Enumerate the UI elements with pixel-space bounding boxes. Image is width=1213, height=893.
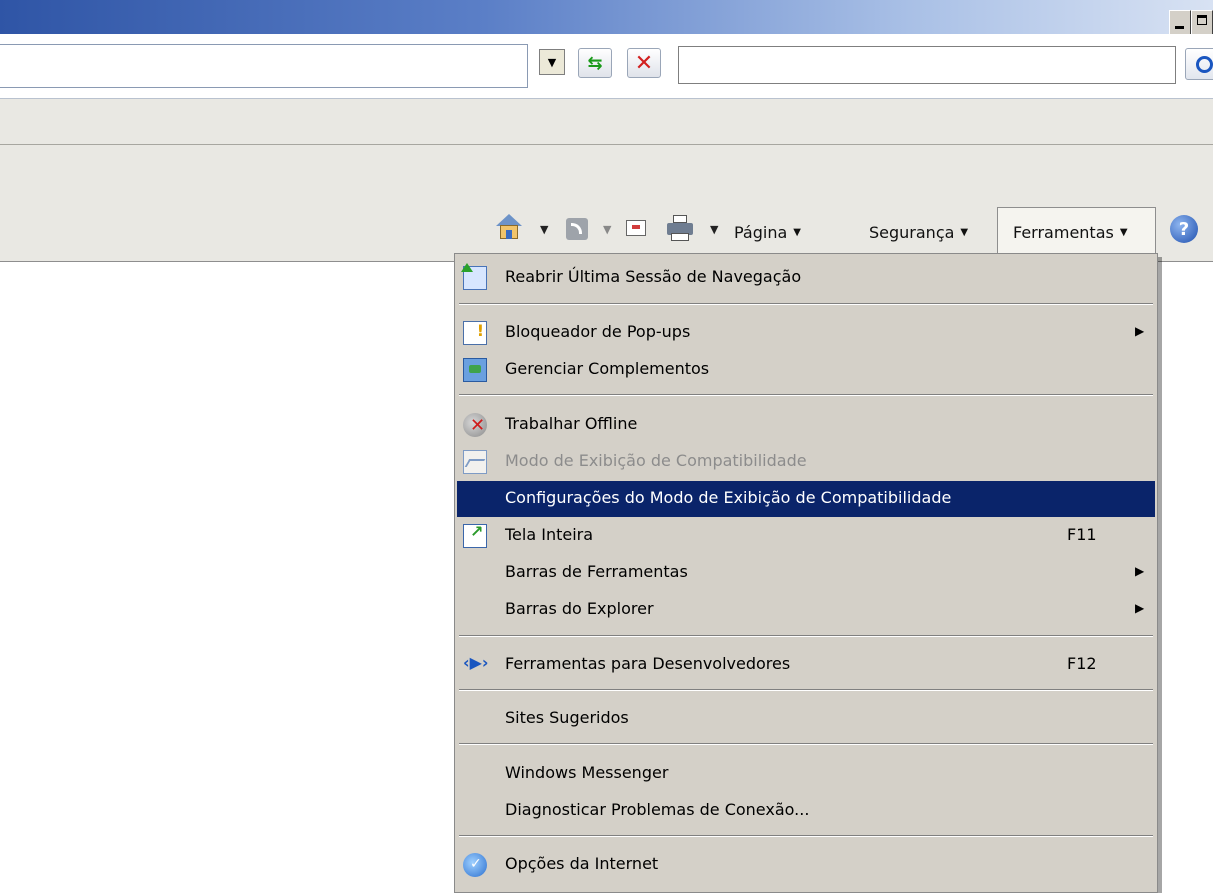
- submenu-arrow-icon: ▶: [1135, 601, 1145, 615]
- refresh-button[interactable]: ⇆: [578, 48, 612, 78]
- chevron-down-icon: ▼: [547, 55, 557, 69]
- print-icon[interactable]: [667, 215, 693, 241]
- home-dropdown-icon[interactable]: ▼: [540, 223, 548, 236]
- menu-item-compatibility-view: Modo de Exibição de Compatibilidade: [457, 444, 1155, 480]
- menu-item-explorer-bars[interactable]: Barras do Explorer ▶: [457, 592, 1155, 628]
- search-icon: [1196, 56, 1213, 73]
- page-menu-button[interactable]: Página ▼: [734, 218, 801, 246]
- search-button[interactable]: [1185, 48, 1213, 80]
- security-menu-button[interactable]: Segurança ▼: [869, 218, 968, 246]
- chevron-down-icon: ▼: [793, 226, 801, 238]
- menu-item-label: Gerenciar Complementos: [505, 359, 710, 378]
- menu-item-compatibility-settings[interactable]: Configurações do Modo de Exibição de Com…: [457, 481, 1155, 517]
- stop-button[interactable]: ✕: [627, 48, 661, 78]
- mail-icon[interactable]: [626, 220, 646, 236]
- menu-item-suggested-sites[interactable]: Sites Sugeridos: [457, 701, 1155, 737]
- favorites-bar: [0, 99, 1213, 145]
- tools-menu: Reabrir Última Sessão de Navegação Bloqu…: [454, 253, 1158, 893]
- menu-item-manage-addons[interactable]: Gerenciar Complementos: [457, 352, 1155, 388]
- menu-separator: [459, 835, 1153, 837]
- home-icon[interactable]: [494, 212, 524, 242]
- menu-item-reopen-session[interactable]: Reabrir Última Sessão de Navegação: [457, 260, 1155, 296]
- submenu-arrow-icon: ▶: [1135, 324, 1145, 338]
- menu-item-work-offline[interactable]: Trabalhar Offline: [457, 407, 1155, 443]
- menu-item-label: Sites Sugeridos: [505, 708, 629, 727]
- reopen-session-icon: [461, 263, 487, 290]
- title-bar: [0, 0, 1213, 34]
- menu-item-shortcut: F11: [1067, 525, 1097, 544]
- submenu-arrow-icon: ▶: [1135, 564, 1145, 578]
- feeds-icon[interactable]: [566, 218, 588, 240]
- menu-item-popup-blocker[interactable]: Bloqueador de Pop-ups ▶: [457, 315, 1155, 351]
- print-dropdown-icon[interactable]: ▼: [710, 223, 718, 236]
- menu-item-label: Diagnosticar Problemas de Conexão...: [505, 800, 810, 819]
- minimize-button[interactable]: [1169, 10, 1191, 34]
- menu-separator: [459, 635, 1153, 637]
- chevron-down-icon: ▼: [960, 226, 969, 238]
- menu-separator: [459, 743, 1153, 745]
- compatibility-view-icon: [463, 450, 487, 474]
- menu-item-label: Reabrir Última Sessão de Navegação: [505, 267, 802, 286]
- menu-item-fullscreen[interactable]: Tela Inteira F11: [457, 518, 1155, 554]
- menu-item-label: Bloqueador de Pop-ups: [505, 322, 691, 341]
- menu-item-label: Ferramentas para Desenvolvedores: [505, 654, 791, 673]
- stop-icon: ✕: [634, 50, 654, 76]
- menu-item-label: Barras do Explorer: [505, 599, 654, 618]
- internet-options-icon: [463, 853, 487, 877]
- popup-blocker-icon: [463, 321, 487, 345]
- work-offline-icon: [463, 413, 487, 437]
- menu-item-label: Opções da Internet: [505, 854, 659, 873]
- address-bar: ▼ ⇆ ✕: [0, 34, 1213, 99]
- security-menu-label: Segurança: [869, 222, 955, 242]
- address-dropdown-button[interactable]: ▼: [539, 49, 565, 75]
- search-input[interactable]: [678, 46, 1176, 84]
- menu-item-label: Configurações do Modo de Exibição de Com…: [505, 488, 952, 507]
- fullscreen-icon: [463, 522, 487, 548]
- menu-item-windows-messenger[interactable]: Windows Messenger: [457, 756, 1155, 792]
- page-menu-label: Página: [734, 222, 788, 242]
- address-input[interactable]: [0, 44, 528, 88]
- menu-item-label: Barras de Ferramentas: [505, 562, 688, 581]
- menu-item-diagnose-connection[interactable]: Diagnosticar Problemas de Conexão...: [457, 793, 1155, 829]
- tools-menu-button[interactable]: Ferramentas ▼: [1013, 218, 1128, 246]
- tools-menu-label: Ferramentas: [1013, 222, 1114, 242]
- menu-item-label: Tela Inteira: [505, 525, 594, 544]
- developer-tools-icon: ‹▶›: [463, 653, 489, 672]
- menu-item-label: Trabalhar Offline: [505, 414, 638, 433]
- menu-separator: [459, 689, 1153, 691]
- window-controls: [1169, 10, 1213, 34]
- manage-addons-icon: [463, 358, 487, 382]
- refresh-icon: ⇆: [587, 52, 603, 74]
- help-icon[interactable]: ?: [1170, 215, 1198, 243]
- chevron-down-icon: ▼: [1119, 226, 1128, 238]
- menu-item-developer-tools[interactable]: ‹▶› Ferramentas para Desenvolvedores F12: [457, 647, 1155, 683]
- menu-item-shortcut: F12: [1067, 654, 1097, 673]
- feeds-dropdown-icon[interactable]: ▼: [603, 223, 611, 236]
- menu-item-label: Windows Messenger: [505, 763, 669, 782]
- menu-item-toolbars[interactable]: Barras de Ferramentas ▶: [457, 555, 1155, 591]
- menu-separator: [459, 394, 1153, 396]
- maximize-button[interactable]: [1191, 10, 1213, 34]
- menu-separator: [459, 303, 1153, 305]
- menu-item-label: Modo de Exibição de Compatibilidade: [505, 451, 807, 470]
- menu-item-internet-options[interactable]: Opções da Internet: [457, 847, 1155, 883]
